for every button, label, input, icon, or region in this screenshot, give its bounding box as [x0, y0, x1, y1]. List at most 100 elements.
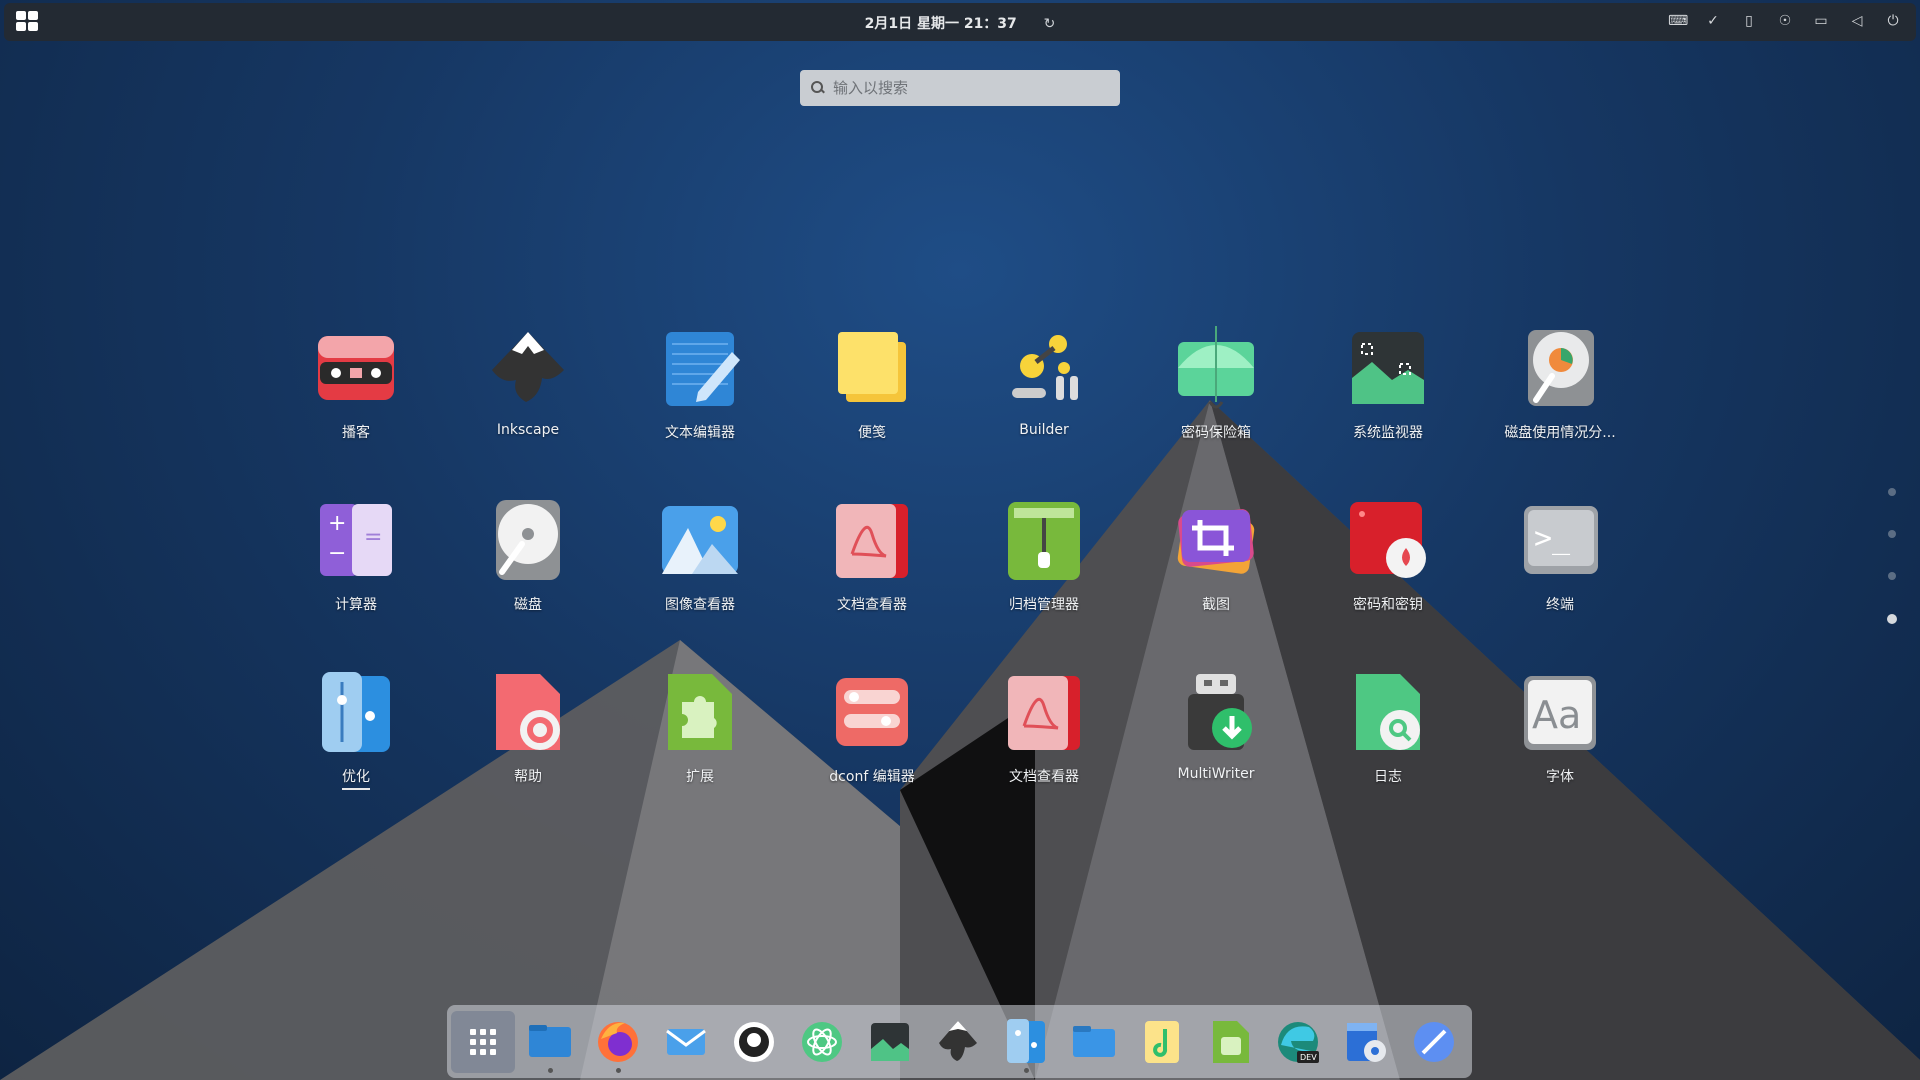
github-dock-item[interactable]: [727, 1015, 781, 1069]
app-launcher[interactable]: dconf 编辑器: [786, 666, 958, 796]
mail-dock-item[interactable]: [659, 1015, 713, 1069]
multiwriter-icon: [1170, 666, 1262, 758]
inkscape-icon: [482, 322, 574, 414]
app-label: 帮助: [514, 769, 542, 785]
document-viewer-icon: [826, 494, 918, 586]
app-launcher[interactable]: 截图: [1130, 494, 1302, 624]
edge-dev-dock-item[interactable]: DEV: [1271, 1015, 1325, 1069]
app-launcher[interactable]: Inkscape: [442, 322, 614, 452]
firefox-icon: [591, 1015, 645, 1073]
app-launcher[interactable]: + − = 计算器: [270, 494, 442, 624]
app-label: Builder: [1019, 422, 1069, 438]
volume-icon[interactable]: ◁: [1848, 12, 1866, 30]
tweaks-icon: [310, 666, 402, 758]
app-launcher[interactable]: Builder: [958, 322, 1130, 452]
atom-icon: [795, 1015, 849, 1073]
inkscape-icon: [931, 1015, 985, 1073]
app-label: 文档查看器: [1009, 769, 1079, 785]
terminal-icon: >_: [1514, 494, 1606, 586]
app-label: 日志: [1374, 769, 1402, 785]
app-grid-dock-item[interactable]: [451, 1011, 515, 1073]
firefox-dock-item[interactable]: [591, 1015, 645, 1073]
search-box[interactable]: [800, 70, 1120, 106]
power-icon[interactable]: ⏻: [1884, 12, 1902, 30]
app-label: 密码保险箱: [1181, 425, 1251, 441]
app-launcher[interactable]: Aa 字体: [1474, 666, 1646, 796]
document-viewer-icon: [998, 666, 1090, 758]
app-launcher[interactable]: 播客: [270, 322, 442, 452]
clock-text: 2月1日 星期一 21：37: [864, 16, 1017, 32]
app-launcher[interactable]: >_ 终端: [1474, 494, 1646, 624]
app-label: dconf 编辑器: [829, 769, 915, 785]
atom-dock-item[interactable]: [795, 1015, 849, 1069]
files-dock-item[interactable]: [523, 1015, 577, 1073]
app-launcher[interactable]: 日志: [1302, 666, 1474, 796]
app-launcher[interactable]: 密码和密钥: [1302, 494, 1474, 624]
app-label: Inkscape: [496, 422, 560, 438]
app-launcher[interactable]: 磁盘使用情况分...: [1474, 322, 1646, 452]
image-viewer-icon: [654, 494, 746, 586]
running-indicator: [548, 1068, 553, 1073]
system-tray[interactable]: ⌨ ✓ ▯ ☉ ▭ ◁ ⏻: [1668, 12, 1902, 30]
system-monitor-icon: [863, 1015, 917, 1073]
password-safe-icon: [1170, 322, 1262, 414]
music-dock-item[interactable]: [1135, 1015, 1189, 1069]
app-launcher[interactable]: 图像查看器: [614, 494, 786, 624]
page-dot[interactable]: [1888, 488, 1896, 496]
podcast-icon: [310, 322, 402, 414]
app-launcher[interactable]: 系统监视器: [1302, 322, 1474, 452]
compass-dock-item[interactable]: [1407, 1015, 1461, 1069]
network-icon[interactable]: ▭: [1812, 12, 1830, 30]
search-icon: [811, 81, 825, 95]
app-launcher[interactable]: 便笺: [786, 322, 958, 452]
builder-icon: [998, 322, 1090, 414]
mail-icon: [659, 1015, 713, 1073]
app-launcher[interactable]: 文档查看器: [958, 666, 1130, 796]
clipboard-icon[interactable]: ▯: [1740, 12, 1758, 30]
search-input[interactable]: [831, 78, 1115, 98]
app-launcher[interactable]: 磁盘: [442, 494, 614, 624]
edge-dev-icon: DEV: [1271, 1015, 1325, 1073]
app-label: 计算器: [335, 597, 377, 613]
running-indicator: [1024, 1068, 1029, 1073]
compass-icon: [1407, 1015, 1461, 1073]
app-launcher[interactable]: 帮助: [442, 666, 614, 796]
page-dot[interactable]: [1888, 572, 1896, 580]
check-circle-icon[interactable]: ✓: [1704, 12, 1722, 30]
app-launcher[interactable]: 文本编辑器: [614, 322, 786, 452]
svg-text:Aa: Aa: [1532, 693, 1581, 737]
svg-text:=: =: [364, 525, 382, 550]
system-monitor-icon: [1342, 322, 1434, 414]
page-dot[interactable]: [1888, 530, 1896, 538]
extensions-icon: [654, 666, 746, 758]
app-launcher[interactable]: MultiWriter: [1130, 666, 1302, 796]
files-icon: [523, 1015, 577, 1073]
system-monitor-dock-item[interactable]: [863, 1015, 917, 1069]
app-launcher[interactable]: 扩展: [614, 666, 786, 796]
accessibility-icon[interactable]: ☉: [1776, 12, 1794, 30]
folder-dock-item[interactable]: [1067, 1015, 1121, 1069]
app-label: 扩展: [686, 769, 714, 785]
app-label: 图像查看器: [665, 597, 735, 613]
extensions-dock-item[interactable]: [1203, 1015, 1257, 1069]
app-label: 字体: [1546, 769, 1574, 785]
app-label: 截图: [1202, 597, 1230, 613]
app-launcher[interactable]: 优化: [270, 666, 442, 796]
music-icon: [1135, 1015, 1189, 1073]
logs-icon: [1342, 666, 1434, 758]
calculator-icon: + − =: [310, 494, 402, 586]
text-editor-icon: [654, 322, 746, 414]
app-label: 系统监视器: [1353, 425, 1423, 441]
app-label: 播客: [342, 425, 370, 441]
app-launcher[interactable]: 文档查看器: [786, 494, 958, 624]
page-dot[interactable]: [1887, 614, 1897, 624]
app-launcher[interactable]: 密码保险箱: [1130, 322, 1302, 452]
sticky-notes-icon: [826, 322, 918, 414]
tweaks-dock-item[interactable]: [999, 1015, 1053, 1073]
clock[interactable]: 2月1日 星期一 21：37 ↻: [4, 13, 1916, 33]
app-launcher[interactable]: 归档管理器: [958, 494, 1130, 624]
app-label: 优化: [342, 766, 370, 790]
keyboard-icon[interactable]: ⌨: [1668, 12, 1688, 30]
inkscape-dock-item[interactable]: [931, 1015, 985, 1069]
installer-dock-item[interactable]: [1339, 1015, 1393, 1069]
